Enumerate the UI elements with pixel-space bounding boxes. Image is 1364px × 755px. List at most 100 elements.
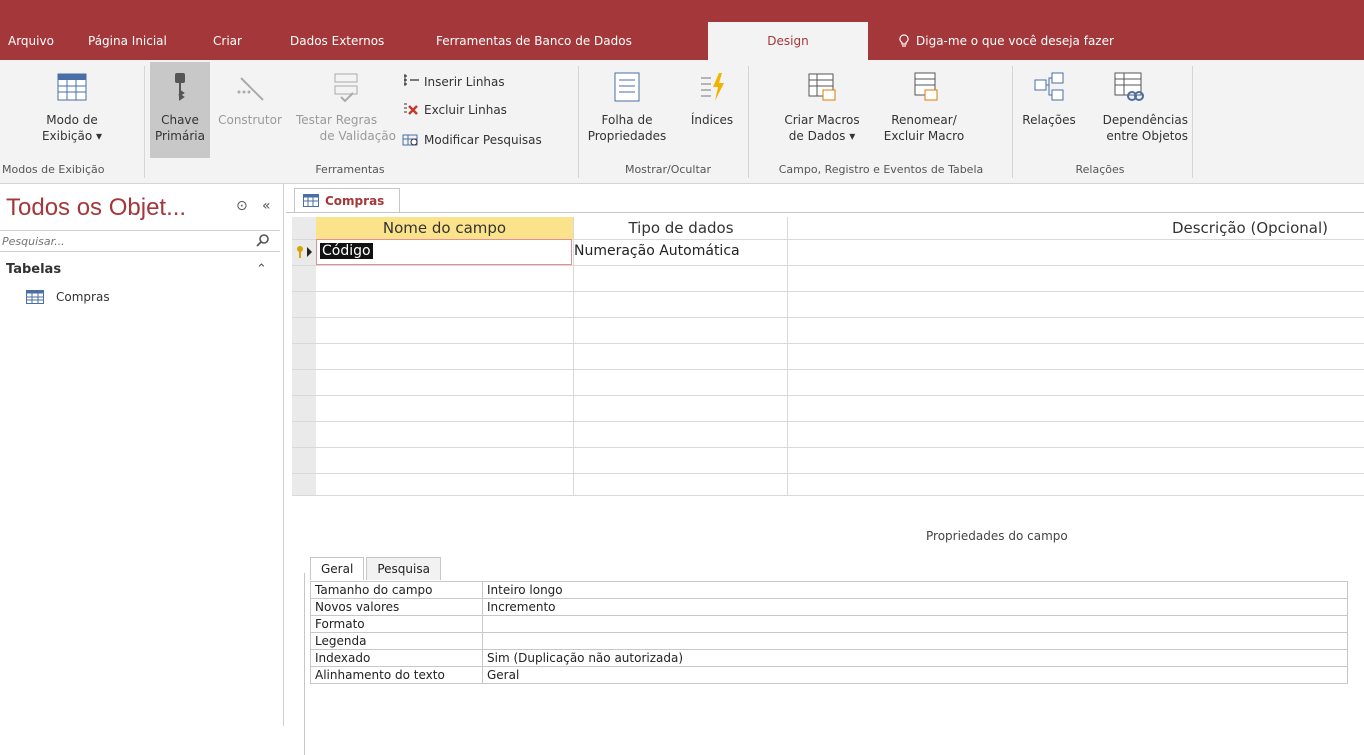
modo-exibicao-button[interactable]: Modo de Exibição ▾ [34, 70, 110, 144]
group-label-relacoes: Relações [1075, 163, 1125, 176]
testar-regras-label-1: Testar Regras [296, 113, 378, 127]
tab-dados-externos[interactable]: Dados Externos [282, 22, 392, 60]
grid-line [292, 291, 1364, 292]
ribbon-separator [1012, 66, 1013, 178]
property-key: Legenda [310, 632, 483, 650]
grid-line [292, 495, 1364, 496]
dependencias-button[interactable]: Dependências entre Objetos [1084, 70, 1188, 144]
indices-button[interactable]: Índices [682, 70, 742, 128]
field-properties-title: Propriedades do campo [926, 529, 1068, 543]
relacoes-label: Relações [1022, 113, 1076, 127]
folha-propriedades-button[interactable]: Folha de Propriedades [586, 70, 668, 144]
property-key: Indexado [310, 649, 483, 667]
testar-regras-button[interactable]: Testar Regras de Validação [296, 70, 396, 144]
property-row[interactable]: Legenda [310, 632, 1348, 650]
nav-item-compras[interactable]: Compras [26, 290, 110, 304]
group-label-modos: Modos de Exibição [2, 163, 105, 176]
renomear-macro-button[interactable]: Renomear/ Excluir Macro [876, 70, 972, 144]
table-icon [26, 290, 44, 304]
tab-ferramentas-bd[interactable]: Ferramentas de Banco de Dados [428, 22, 640, 60]
chave-primaria-button[interactable]: Chave Primária [150, 62, 210, 158]
collapse-group-icon[interactable]: ⌃ [256, 262, 267, 277]
property-sheet-icon [614, 72, 640, 102]
property-key: Tamanho do campo [310, 581, 483, 599]
property-key: Novos valores [310, 598, 483, 616]
ribbon-separator [578, 66, 579, 178]
modify-lookups-icon [402, 134, 418, 146]
modificar-pesquisas-label: Modificar Pesquisas [424, 133, 542, 147]
renomear-macro-label-2: Excluir Macro [883, 129, 965, 143]
folha-propriedades-label-1: Folha de [601, 113, 653, 127]
builder-wand-icon [237, 77, 264, 101]
column-header-nome[interactable]: Nome do campo [316, 217, 573, 239]
tab-pesquisa[interactable]: Pesquisa [366, 557, 441, 580]
grid-line [292, 473, 1364, 474]
property-value[interactable]: Incremento [482, 598, 1348, 616]
tab-design[interactable]: Design [708, 22, 868, 62]
property-value[interactable] [482, 632, 1348, 650]
renomear-macro-label-1: Renomear/ [891, 113, 957, 127]
document-tab-compras[interactable]: Compras [294, 188, 400, 212]
property-key: Formato [310, 615, 483, 633]
document-tab-label: Compras [325, 193, 385, 208]
property-row[interactable]: Novos valores Incremento [310, 598, 1348, 616]
insert-rows-icon [404, 74, 419, 86]
tab-arquivo[interactable]: Arquivo [0, 22, 62, 60]
properties-table: Tamanho do campo Inteiro longo Novos valo… [310, 581, 1348, 684]
field-name-value[interactable]: Código [320, 243, 373, 259]
property-value[interactable]: Inteiro longo [482, 581, 1348, 599]
criar-macros-button[interactable]: Criar Macros de Dados ▾ [772, 70, 872, 144]
tab-geral[interactable]: Geral [310, 557, 365, 580]
tab-criar[interactable]: Criar [205, 22, 250, 60]
search-icon[interactable] [256, 233, 270, 247]
grid-line [292, 395, 1364, 396]
grid-line [292, 447, 1364, 448]
properties-tabs: Geral Pesquisa [310, 557, 441, 580]
construtor-label: Construtor [218, 113, 282, 127]
property-row[interactable]: Alinhamento do texto Geral [310, 666, 1348, 684]
tab-pagina-inicial[interactable]: Página Inicial [80, 22, 175, 60]
dependencias-label-2: entre Objetos [1106, 129, 1188, 143]
title-bar: Arquivo Página Inicial Criar Dados Exter… [0, 0, 1364, 62]
property-value[interactable]: Geral [482, 666, 1348, 684]
test-rules-icon [334, 73, 358, 103]
excluir-linhas-label: Excluir Linhas [424, 103, 507, 117]
criar-macros-label-2: de Dados ▾ [788, 129, 856, 143]
navigation-pane: Todos os Objet... ⊙ « Tabelas ⌃ Compras [0, 184, 284, 726]
ribbon-separator [748, 66, 749, 178]
collapse-pane-icon[interactable]: « [262, 198, 271, 214]
nav-group-tabelas[interactable]: Tabelas [6, 262, 61, 277]
nav-search-input[interactable] [0, 231, 240, 251]
nav-menu-dropdown-icon[interactable]: ⊙ [236, 198, 248, 214]
property-row[interactable]: Tamanho do campo Inteiro longo [310, 581, 1348, 599]
grid-line [292, 421, 1364, 422]
column-header-descricao[interactable]: Descrição (Opcional) [788, 217, 1328, 239]
table-icon [303, 194, 319, 207]
tell-me-box[interactable]: Diga-me o que você deseja fazer [898, 22, 1114, 60]
modificar-pesquisas-button[interactable]: Modificar Pesquisas [402, 130, 542, 150]
nav-pane-title[interactable]: Todos os Objet... [6, 194, 186, 222]
field-type-value[interactable]: Numeração Automática [574, 243, 740, 259]
grid-line [292, 369, 1364, 370]
grid-line [292, 317, 1364, 318]
rename-macro-icon [914, 72, 938, 101]
modo-exibicao-label-2: Exibição ▾ [41, 129, 103, 143]
object-dependencies-icon [1114, 72, 1144, 101]
indexes-lightning-icon [701, 73, 724, 101]
property-value[interactable] [482, 615, 1348, 633]
delete-rows-icon [404, 103, 418, 115]
dependencias-label-1: Dependências [1102, 113, 1188, 127]
property-row[interactable]: Formato [310, 615, 1348, 633]
chave-primaria-label-1: Chave [161, 113, 199, 127]
inserir-linhas-button[interactable]: Inserir Linhas [402, 72, 505, 92]
nav-search-box [0, 230, 280, 252]
criar-macros-label-1: Criar Macros [784, 113, 860, 127]
property-row[interactable]: Indexado Sim (Duplicação não autorizada) [310, 649, 1348, 667]
testar-regras-label-2: de Validação [319, 129, 396, 143]
relacoes-button[interactable]: Relações [1014, 70, 1084, 128]
inserir-linhas-label: Inserir Linhas [424, 75, 505, 89]
construtor-button[interactable]: Construtor [214, 70, 286, 128]
excluir-linhas-button[interactable]: Excluir Linhas [402, 100, 507, 120]
column-header-tipo[interactable]: Tipo de dados [574, 217, 788, 239]
property-value[interactable]: Sim (Duplicação não autorizada) [482, 649, 1348, 667]
